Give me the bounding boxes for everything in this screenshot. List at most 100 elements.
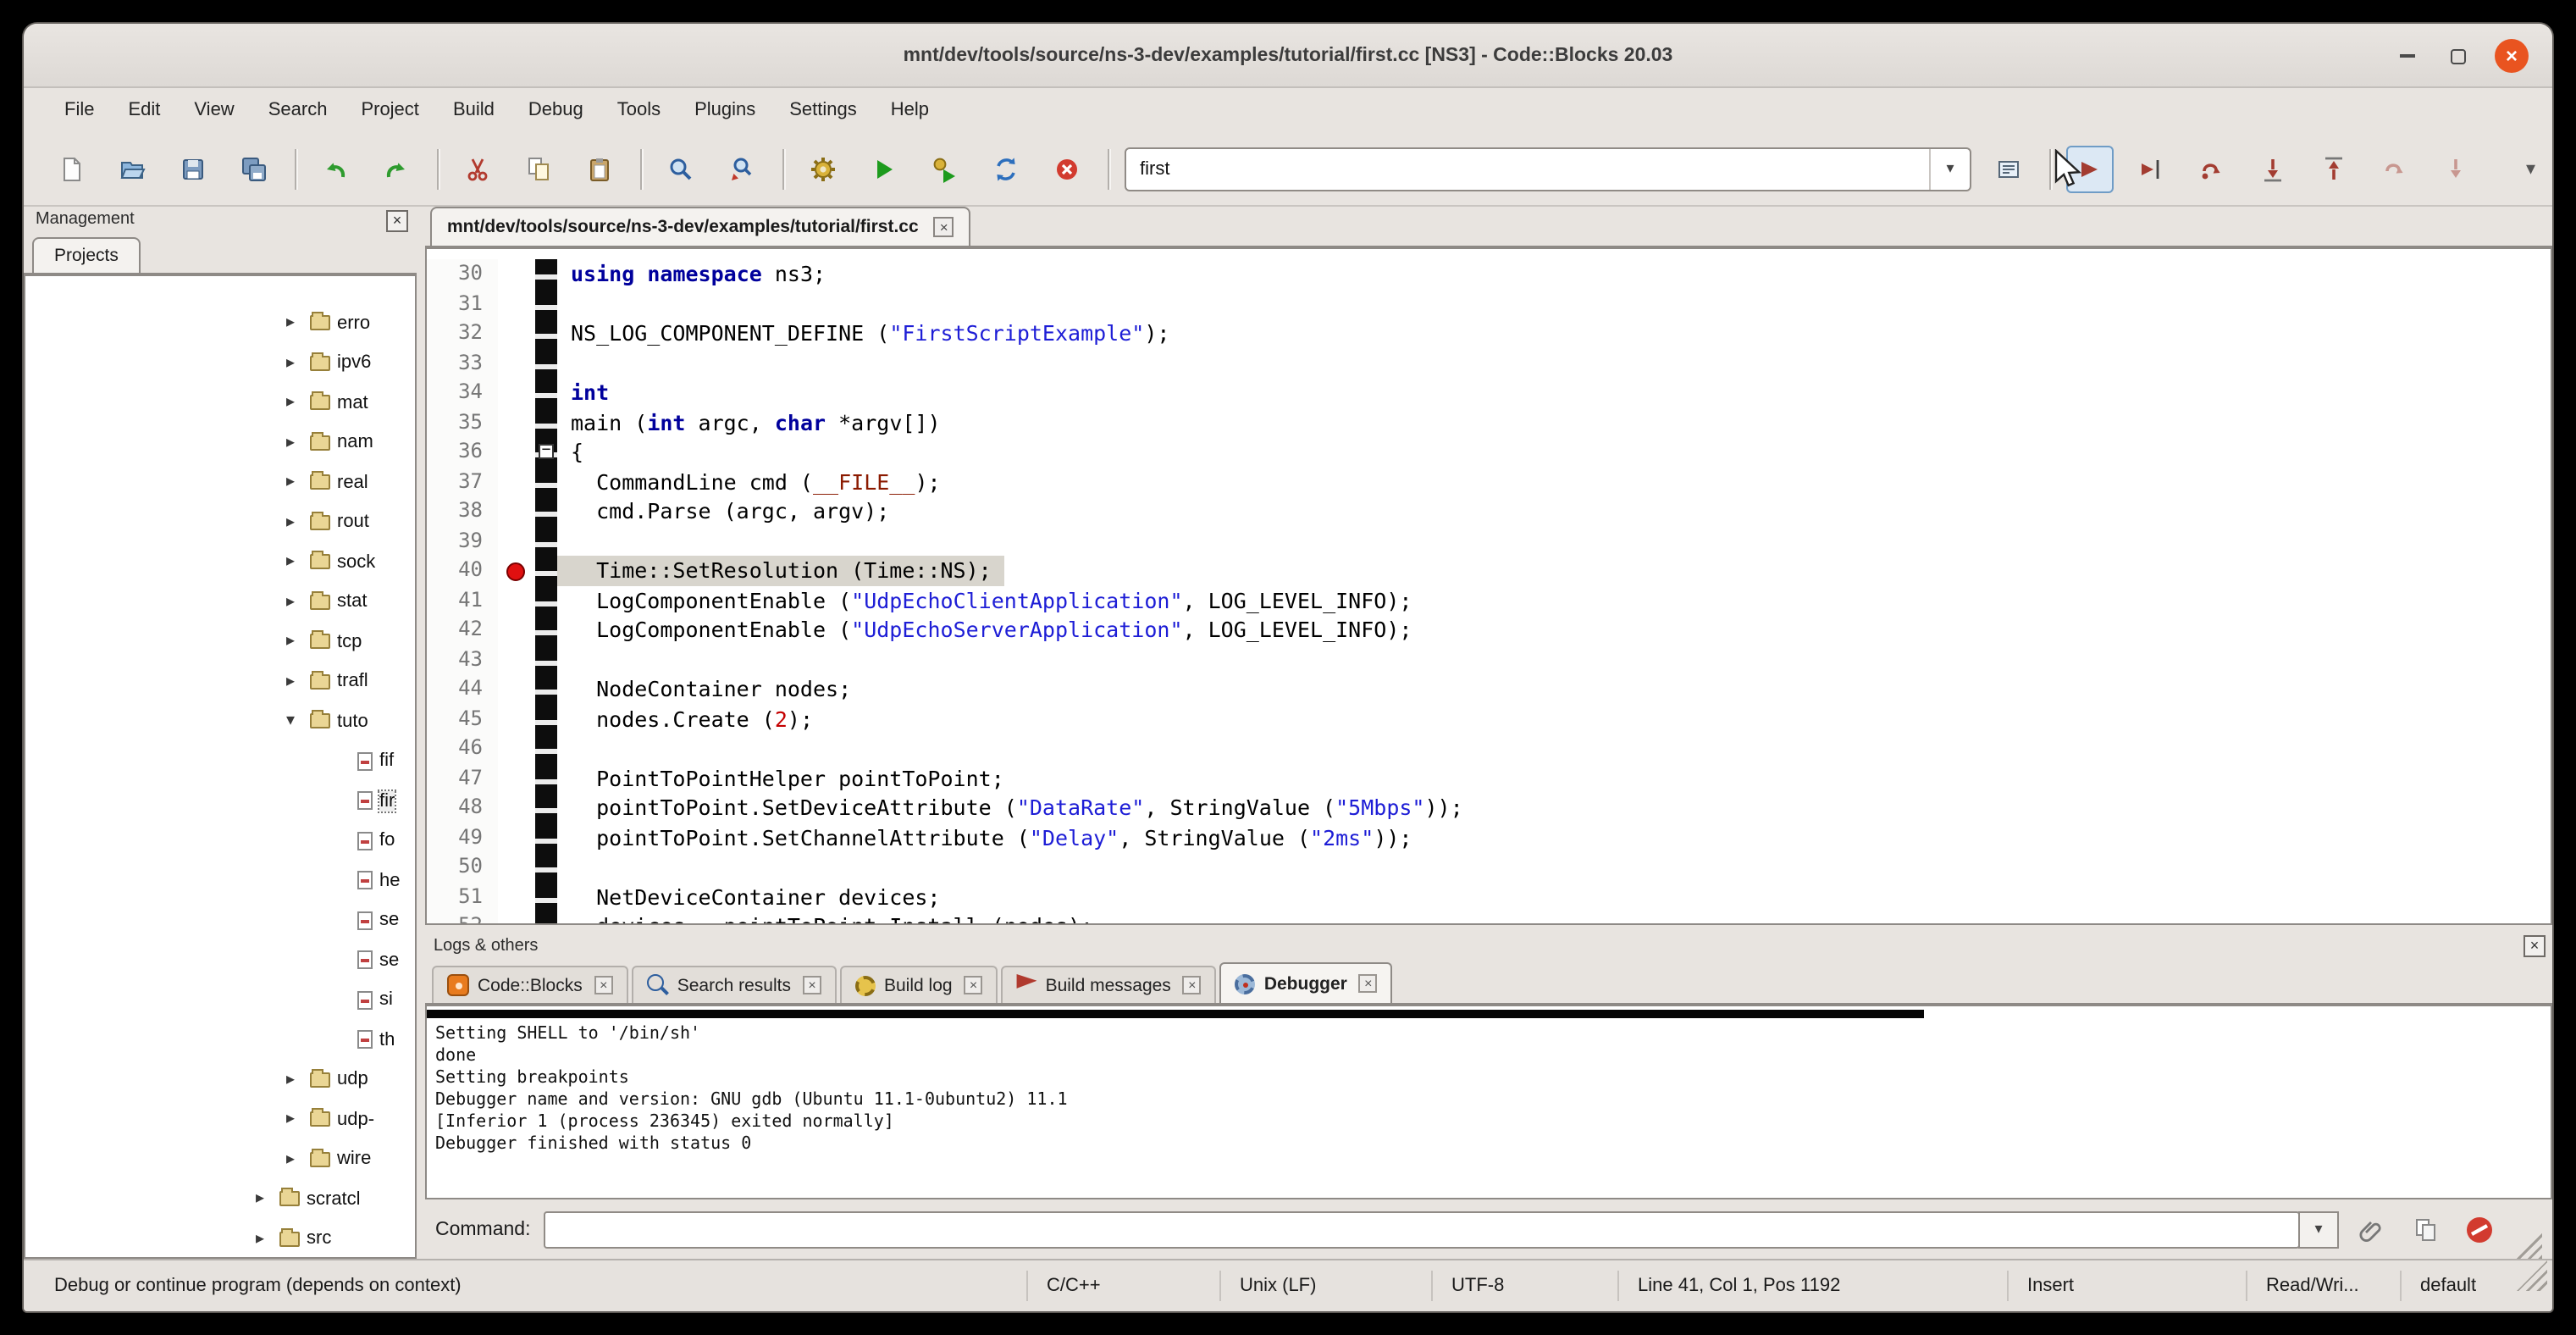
close-icon[interactable]: ×	[965, 976, 983, 994]
tree-item-nam[interactable]: ▸nam	[25, 423, 415, 463]
tree-item-he[interactable]: he	[25, 861, 415, 900]
code-line-39[interactable]: 39	[427, 526, 2551, 556]
chevron-down-icon[interactable]: ▾	[1929, 148, 1970, 189]
breakpoint-margin[interactable]	[498, 407, 535, 437]
close-icon[interactable]: ×	[1183, 976, 1202, 994]
save-all-button[interactable]	[230, 145, 278, 192]
tree-item-fif[interactable]: fif	[25, 741, 415, 781]
breakpoint-margin[interactable]	[498, 911, 535, 925]
save-button[interactable]	[169, 145, 217, 192]
code-editor[interactable]: 30using namespace ns3;3132NS_LOG_COMPONE…	[425, 247, 2552, 925]
command-history-dropdown[interactable]: ▾	[2298, 1210, 2339, 1248]
code-line-44[interactable]: 44 NodeContainer nodes;	[427, 674, 2551, 704]
tree-item-tuto[interactable]: ▾tuto	[25, 701, 415, 741]
run-button[interactable]	[860, 145, 908, 192]
code-line-35[interactable]: 35main (int argc, char *argv[])	[427, 407, 2551, 437]
log-tab-build-messages[interactable]: Build messages×	[1002, 966, 1217, 1003]
breakpoint-margin[interactable]	[498, 852, 535, 882]
paste-button[interactable]	[576, 145, 623, 192]
attach-button[interactable]	[2349, 1209, 2393, 1249]
build-target-select[interactable]: first ▾	[1125, 147, 1971, 191]
minimize-button[interactable]	[2390, 39, 2424, 73]
chevron-right-icon[interactable]: ▸	[286, 1071, 310, 1089]
window-resize-grip[interactable]	[2517, 1260, 2547, 1291]
chevron-down-icon[interactable]: ▾	[286, 712, 310, 731]
breakpoint-margin[interactable]	[498, 704, 535, 734]
chevron-right-icon[interactable]: ▸	[286, 513, 310, 532]
menu-settings[interactable]: Settings	[772, 88, 874, 132]
code-line-52[interactable]: 52 devices = pointToPoint.Install (nodes…	[427, 911, 2551, 925]
code-line-47[interactable]: 47 PointToPointHelper pointToPoint;	[427, 763, 2551, 793]
code-line-49[interactable]: 49 pointToPoint.SetChannelAttribute ("De…	[427, 823, 2551, 852]
breakpoint-margin[interactable]	[498, 259, 535, 289]
breakpoint-margin[interactable]	[498, 289, 535, 319]
code-line-42[interactable]: 42 LogComponentEnable ("UdpEchoServerApp…	[427, 615, 2551, 645]
breakpoint-margin[interactable]	[498, 348, 535, 378]
code-line-50[interactable]: 50	[427, 852, 2551, 882]
next-line-button[interactable]	[2188, 145, 2236, 192]
chevron-right-icon[interactable]: ▸	[256, 1190, 279, 1209]
tree-item-mat[interactable]: ▸mat	[25, 383, 415, 423]
menu-help[interactable]: Help	[874, 88, 946, 132]
chevron-right-icon[interactable]: ▸	[286, 553, 310, 572]
breakpoint-margin[interactable]	[498, 645, 535, 674]
tree-item-real[interactable]: ▸real	[25, 463, 415, 502]
step-into-instruction-button[interactable]	[2432, 145, 2479, 192]
tree-item-si[interactable]: si	[25, 980, 415, 1020]
breakpoint-margin[interactable]	[498, 437, 535, 467]
step-out-button[interactable]	[2310, 145, 2358, 192]
chevron-right-icon[interactable]: ▸	[286, 633, 310, 651]
breakpoint-icon[interactable]	[506, 562, 525, 580]
code-line-46[interactable]: 46	[427, 734, 2551, 763]
tree-item-udp[interactable]: ▸udp-	[25, 1100, 415, 1139]
menu-search[interactable]: Search	[252, 88, 345, 132]
build-target-options-button[interactable]	[1985, 145, 2032, 192]
breakpoint-margin[interactable]	[498, 526, 535, 556]
redo-button[interactable]	[373, 145, 420, 192]
chevron-right-icon[interactable]: ▸	[286, 354, 310, 373]
breakpoint-margin[interactable]	[498, 496, 535, 526]
editor-tab-first-cc[interactable]: mnt/dev/tools/source/ns-3-dev/examples/t…	[430, 207, 971, 246]
new-file-button[interactable]	[47, 145, 95, 192]
tree-item-se[interactable]: se	[25, 900, 415, 940]
close-icon[interactable]: ×	[803, 976, 821, 994]
tab-projects[interactable]: Projects	[32, 237, 141, 273]
breakpoint-margin[interactable]	[498, 585, 535, 615]
menu-build[interactable]: Build	[436, 88, 511, 132]
breakpoint-margin[interactable]	[498, 882, 535, 911]
menu-project[interactable]: Project	[344, 88, 436, 132]
toolbar-overflow-chevron-icon[interactable]: ▾	[2526, 158, 2535, 180]
close-icon[interactable]: ×	[594, 976, 613, 994]
tree-item-se[interactable]: se	[25, 940, 415, 980]
tree-item-tcp[interactable]: ▸tcp	[25, 622, 415, 662]
open-file-button[interactable]	[108, 145, 156, 192]
breakpoint-margin[interactable]	[498, 793, 535, 823]
undo-button[interactable]	[312, 145, 359, 192]
logs-close-icon[interactable]: ×	[2523, 935, 2546, 957]
build-and-run-button[interactable]	[921, 145, 969, 192]
log-tab-build-log[interactable]: Build log×	[840, 966, 998, 1003]
tree-item-sock[interactable]: ▸sock	[25, 542, 415, 582]
stop-debugger-button[interactable]	[2457, 1209, 2501, 1249]
code-line-32[interactable]: 32NS_LOG_COMPONENT_DEFINE ("FirstScriptE…	[427, 319, 2551, 348]
tree-item-stat[interactable]: ▸stat	[25, 582, 415, 622]
rebuild-button[interactable]	[982, 145, 1030, 192]
close-icon[interactable]: ×	[1359, 974, 1378, 993]
build-button[interactable]	[799, 145, 847, 192]
breakpoint-margin[interactable]	[498, 734, 535, 763]
panel-resize-grip[interactable]	[2515, 1232, 2542, 1259]
tree-item-trafl[interactable]: ▸trafl	[25, 662, 415, 701]
log-tab-search-results[interactable]: Search results×	[632, 966, 837, 1003]
breakpoint-margin[interactable]	[498, 467, 535, 496]
breakpoint-margin[interactable]	[498, 615, 535, 645]
code-line-38[interactable]: 38 cmd.Parse (argc, argv);	[427, 496, 2551, 526]
replace-button[interactable]	[718, 145, 766, 192]
breakpoint-margin[interactable]	[498, 378, 535, 407]
tree-item-fir[interactable]: fir	[25, 781, 415, 821]
debugger-log[interactable]: Setting SHELL to '/bin/sh'doneSetting br…	[425, 1005, 2552, 1199]
code-line-34[interactable]: 34int	[427, 378, 2551, 407]
abort-button[interactable]	[1043, 145, 1091, 192]
menu-file[interactable]: File	[47, 88, 111, 132]
tree-item-scratcl[interactable]: ▸scratcl	[25, 1179, 415, 1219]
find-button[interactable]	[657, 145, 705, 192]
